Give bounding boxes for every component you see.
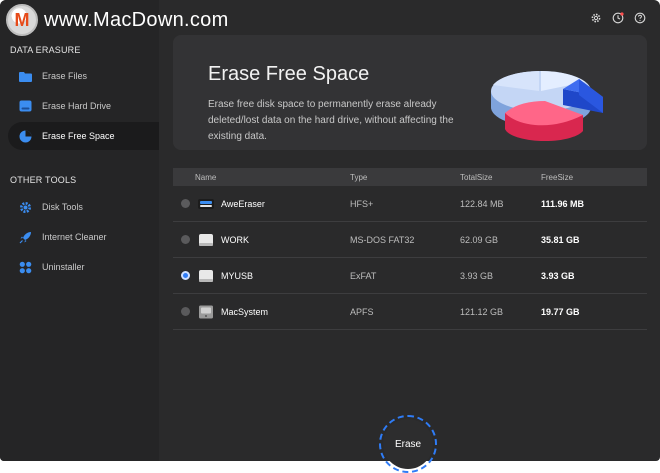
section-title-other-tools: OTHER TOOLS (10, 175, 77, 185)
clock-icon[interactable] (611, 11, 624, 24)
erase-button-container: Erase (379, 415, 439, 473)
sidebar-item-erase-free-space[interactable]: Erase Free Space (8, 122, 159, 150)
drive-type: HFS+ (350, 198, 374, 209)
sidebar-item-label: Disk Tools (42, 202, 83, 212)
sidebar-item-erase-hard-drive[interactable]: Erase Hard Drive (8, 92, 159, 120)
drive-free-size: 19.77 GB (541, 306, 580, 317)
settings-icon[interactable] (589, 11, 602, 24)
drive-free-size: 3.93 GB (541, 270, 575, 281)
radio-button[interactable] (181, 235, 190, 244)
drive-type: APFS (350, 306, 374, 317)
drive-name: AweEraser (221, 198, 265, 209)
radio-button-selected[interactable] (181, 271, 190, 280)
sidebar-item-label: Uninstaller (42, 262, 85, 272)
sidebar-item-erase-files[interactable]: Erase Files (8, 62, 159, 90)
sidebar-item-label: Internet Cleaner (42, 232, 107, 242)
table-row[interactable]: MYUSB ExFAT 3.93 GB 3.93 GB (173, 258, 647, 294)
internal-drive-icon (199, 305, 213, 318)
table-row[interactable]: AweEraser HFS+ 122.84 MB 111.96 MB (173, 186, 647, 222)
drive-total-size: 62.09 GB (460, 234, 499, 245)
app-disk-icon (198, 198, 214, 209)
drives-table: Name Type TotalSize FreeSize AweEraser H… (173, 168, 647, 330)
page-description: Erase free disk space to permanently era… (208, 99, 454, 142)
watermark-logo: M (6, 4, 38, 36)
drive-type: ExFAT (350, 270, 377, 281)
sidebar-item-label: Erase Files (42, 71, 88, 81)
drive-total-size: 122.84 MB (460, 198, 504, 209)
drive-free-size: 35.81 GB (541, 234, 580, 245)
drive-name: WORK (221, 234, 249, 245)
section-title-data-erasure: DATA ERASURE (10, 45, 81, 55)
drive-name: MYUSB (221, 270, 254, 281)
sidebar-item-disk-tools[interactable]: Disk Tools (8, 193, 159, 221)
drive-name: MacSystem (221, 306, 269, 317)
erase-button[interactable]: Erase (383, 419, 433, 469)
pie-chart-icon (18, 129, 32, 143)
radio-button[interactable] (181, 199, 190, 208)
toolbar-icons (589, 11, 646, 24)
pie-chart-illustration (491, 71, 603, 141)
apps-icon (18, 260, 32, 274)
gear-icon (18, 200, 32, 214)
table-header: Name Type TotalSize FreeSize (173, 168, 647, 186)
drive-free-size: 111.96 MB (541, 198, 585, 209)
sidebar-item-label: Erase Hard Drive (42, 101, 112, 111)
column-header-name[interactable]: Name (195, 173, 216, 182)
drive-type: MS-DOS FAT32 (350, 234, 415, 245)
sidebar: DATA ERASURE Erase Files Erase Hard Driv… (0, 0, 159, 461)
app-window: DATA ERASURE Erase Files Erase Hard Driv… (0, 0, 660, 461)
sidebar-item-uninstaller[interactable]: Uninstaller (8, 253, 159, 281)
feature-banner: Erase Free Space Erase free disk space t… (173, 35, 647, 150)
hard-drive-icon (18, 99, 32, 113)
watermark-text: www.MacDown.com (44, 8, 229, 31)
rocket-icon (18, 230, 32, 244)
sidebar-item-internet-cleaner[interactable]: Internet Cleaner (8, 223, 159, 251)
external-drive-icon (199, 269, 213, 282)
folder-icon (18, 69, 32, 83)
column-header-freesize[interactable]: FreeSize (541, 173, 573, 182)
radio-button[interactable] (181, 307, 190, 316)
watermark: M www.MacDown.com (6, 4, 229, 36)
drive-total-size: 3.93 GB (460, 270, 494, 281)
column-header-type[interactable]: Type (350, 173, 367, 182)
sidebar-item-label: Erase Free Space (42, 131, 115, 141)
help-icon[interactable] (633, 11, 646, 24)
drive-total-size: 121.12 GB (460, 306, 504, 317)
external-drive-icon (199, 233, 213, 246)
table-row[interactable]: MacSystem APFS 121.12 GB 19.77 GB (173, 294, 647, 330)
table-row[interactable]: WORK MS-DOS FAT32 62.09 GB 35.81 GB (173, 222, 647, 258)
page-title: Erase Free Space (208, 63, 370, 85)
column-header-totalsize[interactable]: TotalSize (460, 173, 492, 182)
